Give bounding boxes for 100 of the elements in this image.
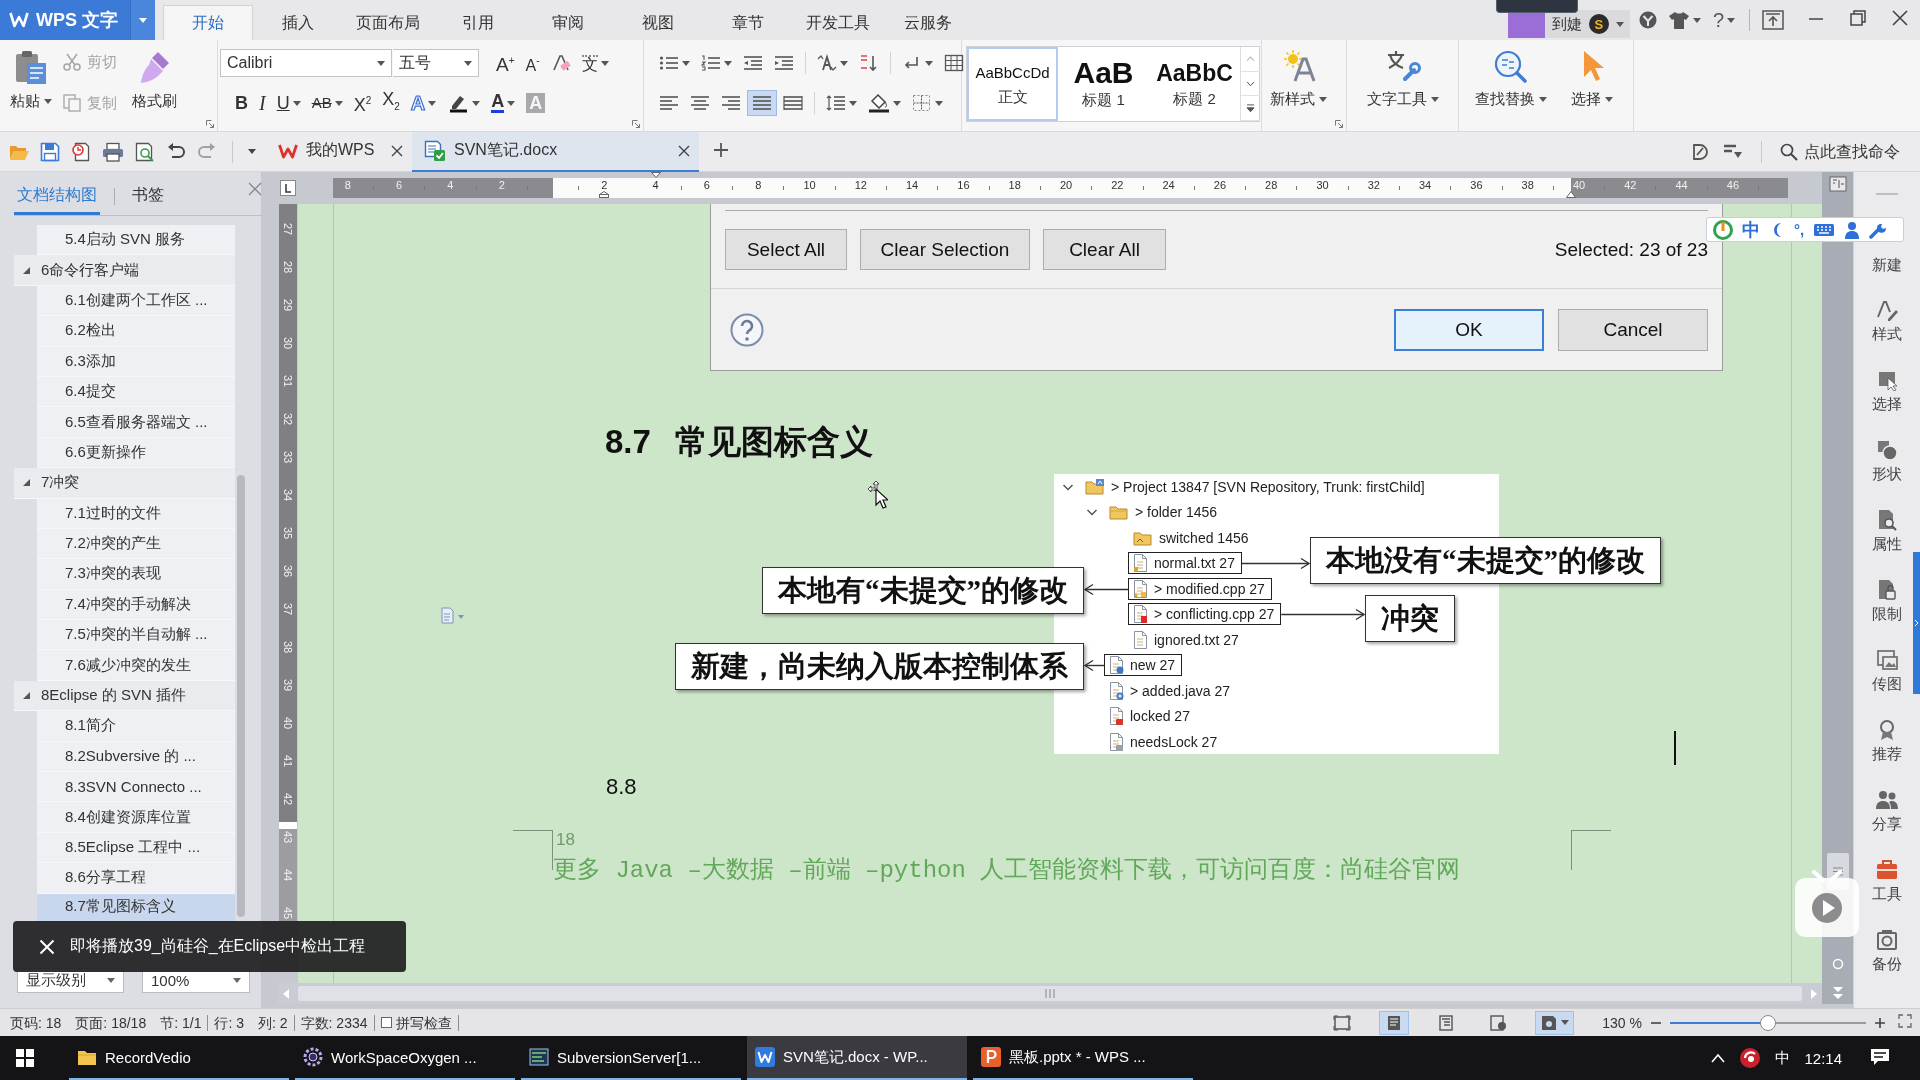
close-icon[interactable] — [1890, 8, 1910, 28]
view-mode-button[interactable] — [1379, 1010, 1410, 1035]
taskbar-button[interactable]: SVN笔记.docx - WP... — [747, 1036, 967, 1080]
app-menu-button[interactable]: WPS 文字 — [0, 0, 130, 40]
dialog-button[interactable]: OK — [1394, 308, 1544, 351]
tab-stop-icon[interactable] — [280, 180, 296, 196]
slider-thumb[interactable] — [1760, 1014, 1776, 1031]
add-icon[interactable] — [713, 141, 729, 158]
outline-item[interactable]: 7.5冲突的半自动解 ... — [37, 620, 235, 651]
collapse-triangle-icon[interactable] — [22, 691, 31, 701]
outline-item[interactable]: 7.4冲突的手动解决 — [37, 589, 235, 621]
outline-item[interactable]: 8.4创建资源库位置 — [37, 802, 235, 833]
outline-item[interactable]: 6.6更新操作 — [37, 437, 235, 469]
dialog-button[interactable]: Cancel — [1558, 308, 1708, 351]
taskbar-button[interactable]: SubversionServer[1... — [521, 1036, 741, 1080]
outline-item[interactable]: 6命令行客户端 — [14, 255, 235, 286]
scrollbar-thumb[interactable] — [298, 986, 1802, 1001]
ribbon-tab[interactable]: 开发工具 — [793, 5, 883, 40]
restore-icon[interactable] — [1848, 8, 1868, 28]
document-clock-icon[interactable] — [71, 141, 91, 162]
underline-button[interactable]: U — [271, 90, 306, 116]
bold-button[interactable]: B — [230, 90, 253, 116]
save-icon[interactable] — [40, 141, 60, 162]
grow-font-button[interactable]: A$^{+}$ — [491, 50, 520, 76]
video-play-icon[interactable] — [1794, 870, 1860, 938]
view-mode-button[interactable] — [1535, 1010, 1575, 1035]
clock[interactable]: 12:14 — [1804, 1049, 1842, 1067]
close-icon[interactable] — [677, 143, 691, 158]
collapse-triangle-icon[interactable] — [22, 478, 31, 488]
ime-logo-icon[interactable] — [1713, 219, 1733, 240]
ribbon-tab[interactable]: 引用 — [433, 5, 523, 40]
side-tool-button[interactable]: 样式 — [1864, 286, 1910, 356]
help-icon[interactable] — [730, 312, 764, 347]
print-preview-icon[interactable] — [135, 141, 155, 162]
print-icon[interactable] — [102, 141, 124, 162]
dialog-button[interactable]: Clear All — [1043, 229, 1166, 270]
outline-item[interactable]: 6.4提交 — [37, 376, 235, 408]
taskbar-button[interactable]: RecordVedio — [69, 1036, 289, 1080]
checkbox-icon[interactable] — [380, 1017, 392, 1028]
close-icon[interactable] — [390, 143, 404, 158]
scrollbar-thumb[interactable] — [237, 475, 245, 917]
punctuation-toggle[interactable]: °, — [1794, 221, 1805, 238]
ribbon-tab[interactable]: 云服务 — [883, 5, 973, 40]
indent-marker-icon[interactable] — [599, 191, 609, 198]
italic-button[interactable]: I — [254, 90, 271, 116]
outline-item[interactable]: 6.2检出 — [37, 316, 235, 347]
keyboard-icon[interactable] — [1813, 222, 1836, 237]
undo-icon[interactable] — [166, 142, 186, 161]
ribbon-tab[interactable]: 审阅 — [523, 5, 613, 40]
subscript-button[interactable]: X$_{2}$ — [377, 90, 405, 116]
dialog-launcher-icon[interactable] — [632, 120, 640, 128]
outline-item[interactable]: 6.1创建两个工作区 ... — [37, 285, 235, 317]
side-tool-button[interactable]: 新建 — [1864, 244, 1910, 286]
taskbar-button[interactable]: WorkSpaceOxygen ... — [295, 1036, 515, 1080]
collapse-triangle-icon[interactable] — [22, 265, 31, 275]
shrink-font-button[interactable]: A$^{-}$ — [520, 50, 545, 76]
outline-item[interactable]: 8.2Subversive 的 ... — [37, 741, 235, 773]
format-painter-button[interactable]: 格式刷 — [128, 49, 181, 111]
style-preset[interactable]: AaBbCcDd 正文 — [967, 47, 1058, 121]
zoom-in-icon[interactable] — [1874, 1016, 1886, 1029]
strikethrough-button[interactable]: AB — [306, 90, 348, 116]
notification-icon[interactable] — [1870, 1047, 1890, 1066]
command-search-field[interactable]: 点此查找命令 — [1804, 142, 1908, 161]
outline-item[interactable]: 7.3冲突的表现 — [37, 559, 235, 590]
paste-button[interactable]: 粘贴 — [6, 49, 56, 111]
side-tool-button[interactable]: 分享 — [1864, 776, 1910, 846]
superscript-button[interactable]: X$^{2}$ — [348, 90, 377, 116]
outline-item[interactable]: 7.2冲突的产生 — [37, 528, 235, 560]
caret-icon[interactable] — [248, 149, 256, 154]
outline-item[interactable]: 8.6分享工程 — [37, 863, 235, 894]
ribbon-tool-button[interactable]: 选择 — [1567, 49, 1617, 109]
dialog-launcher-icon[interactable] — [206, 120, 214, 128]
panel-grip-icon[interactable] — [1876, 192, 1898, 196]
outline-item[interactable]: 8.1简介 — [37, 711, 235, 742]
outline-item[interactable]: 5.4启动 SVN 服务 — [37, 225, 235, 256]
outline-item[interactable]: 6.3添加 — [37, 346, 235, 377]
slashed-d-icon[interactable] — [1691, 142, 1709, 161]
emblem-icon[interactable] — [1637, 10, 1658, 30]
horizontal-ruler[interactable]: 8 6 4 2 2 4 6 8 10 12 14 16 18 20 22 24 26 28 30 32 34 36 38 40 42 44 46 — [333, 172, 1788, 198]
person-icon[interactable] — [1844, 220, 1861, 239]
outline-item[interactable]: 8.3SVN Connecto ... — [37, 772, 235, 803]
help-button[interactable]: ? — [1710, 5, 1737, 35]
taskbar-button[interactable]: 黑板.pptx * - WPS ... — [973, 1036, 1193, 1080]
font-name-field[interactable]: Calibri — [220, 49, 392, 77]
ribbon-tool-button[interactable]: 新样式 — [1266, 49, 1331, 109]
outline-item[interactable]: 6.5查看服务器端文 ... — [37, 407, 235, 438]
outline-item[interactable]: 7.6减少冲突的发生 — [37, 650, 235, 681]
side-tool-button[interactable]: 推荐 — [1864, 706, 1910, 776]
dialog-button[interactable]: Clear Selection — [860, 229, 1030, 270]
input-mode-toggle[interactable]: 中 — [1742, 217, 1760, 242]
dialog-launcher-icon[interactable] — [1335, 120, 1343, 128]
ribbon-tab[interactable]: 章节 — [703, 5, 793, 40]
side-tool-button[interactable]: 选择 — [1864, 356, 1910, 426]
spell-check-toggle[interactable]: 拼写检查 — [380, 1014, 459, 1031]
side-tool-button[interactable]: 限制 — [1864, 566, 1910, 636]
paste-options-icon[interactable] — [440, 607, 466, 625]
side-tool-button[interactable]: 传图 — [1864, 636, 1910, 706]
fullscreen-icon[interactable] — [1898, 1014, 1912, 1028]
outline-item[interactable]: 8.5Eclipse 工程中 ... — [37, 832, 235, 864]
align-justify-button[interactable] — [747, 90, 777, 116]
